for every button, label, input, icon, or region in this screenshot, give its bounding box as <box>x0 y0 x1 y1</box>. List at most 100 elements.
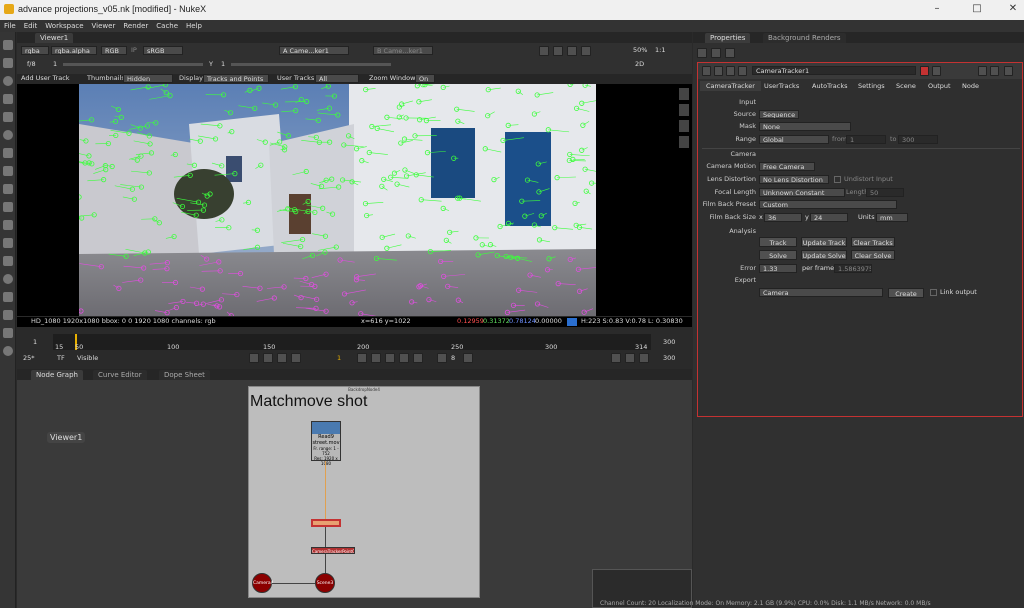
user-tracks-dropdown[interactable]: All <box>315 74 359 83</box>
ip-toggle[interactable]: IP <box>131 46 137 55</box>
cameratracker-node[interactable] <box>311 519 341 527</box>
color-nodes-icon[interactable] <box>3 112 13 122</box>
film-x-field[interactable]: 36 <box>764 213 802 222</box>
toolsets-icon[interactable] <box>3 292 13 302</box>
loop-icon[interactable] <box>413 353 423 363</box>
lut-dropdown[interactable]: sRGB <box>143 46 183 55</box>
skip-forward-icon[interactable] <box>463 353 473 363</box>
update-track-button[interactable]: Update Track <box>801 237 847 247</box>
prev-frame-icon[interactable] <box>277 353 287 363</box>
film-y-field[interactable]: 24 <box>810 213 848 222</box>
menu-viewer[interactable]: Viewer <box>92 20 116 32</box>
gain-value[interactable]: 1 <box>53 60 57 69</box>
float-icon[interactable] <box>714 66 723 76</box>
ratio-dropdown[interactable]: 1:1 <box>655 46 665 55</box>
image-nodes-icon[interactable] <box>3 40 13 50</box>
length-field[interactable]: 50 <box>866 188 904 197</box>
zoom-dropdown[interactable]: 50% <box>633 46 647 55</box>
keyer-nodes-icon[interactable] <box>3 148 13 158</box>
error-field[interactable]: 1.33 <box>759 264 797 273</box>
alpha-dropdown[interactable]: rgba.alpha <box>51 46 97 55</box>
in-frame[interactable]: 1 <box>33 338 37 347</box>
to-field[interactable]: 300 <box>898 135 938 144</box>
step-field[interactable]: 8 <box>451 354 455 363</box>
last-frame-icon[interactable] <box>399 353 409 363</box>
input-a-dropdown[interactable]: A Came...ker1 <box>279 46 349 55</box>
tab-properties[interactable]: Properties <box>705 33 751 43</box>
fps-field[interactable]: 25* <box>23 354 35 363</box>
viewer-canvas[interactable] <box>17 84 692 316</box>
track-button[interactable]: Track <box>759 237 797 247</box>
camera-motion-dropdown[interactable]: Free Camera <box>759 162 815 171</box>
from-field[interactable]: 1 <box>846 135 886 144</box>
end-frame-field[interactable]: 300 <box>663 354 675 363</box>
backdrop-node[interactable]: BackdropNode4 Matchmove shot Read9 stree… <box>248 386 480 598</box>
merge-nodes-icon[interactable] <box>3 166 13 176</box>
minimize-icon[interactable]: – <box>930 3 944 14</box>
select-tool-icon[interactable] <box>679 88 689 100</box>
camera4-node[interactable]: Camera4 <box>252 573 274 593</box>
undistort-checkbox[interactable] <box>834 176 841 183</box>
clear-tracks-button[interactable]: Clear Tracks <box>851 237 895 247</box>
solve-button[interactable]: Solve <box>759 250 797 260</box>
menu-workspace[interactable]: Workspace <box>45 20 83 32</box>
prev-keyframe-icon[interactable] <box>263 353 273 363</box>
thumbnails-dropdown[interactable]: Hidden <box>123 74 173 83</box>
other-nodes-icon[interactable] <box>3 310 13 320</box>
play-backward-icon[interactable] <box>291 353 301 363</box>
particles-nodes-icon[interactable] <box>3 256 13 266</box>
menu-render[interactable]: Render <box>123 20 148 32</box>
close-panel-icon[interactable] <box>1004 66 1013 76</box>
create-button[interactable]: Create <box>888 288 924 298</box>
node-name-field[interactable]: CameraTracker1 <box>752 66 916 75</box>
units-dropdown[interactable]: mm <box>876 213 908 222</box>
channels-dropdown[interactable]: rgba <box>21 46 49 55</box>
clear-solve-button[interactable]: Clear Solve <box>851 250 895 260</box>
tab-node[interactable]: Node <box>956 81 985 91</box>
deep-nodes-icon[interactable] <box>3 274 13 284</box>
cara-vr-icon[interactable] <box>3 346 13 356</box>
node-color-swatch[interactable] <box>920 66 929 76</box>
lock-icon[interactable] <box>990 66 999 76</box>
tab-curve-editor[interactable]: Curve Editor <box>93 370 147 380</box>
revert-icon[interactable] <box>932 66 941 76</box>
visible-dropdown[interactable]: Visible <box>77 354 98 363</box>
clear-panels-icon[interactable] <box>711 48 721 58</box>
menu-cache[interactable]: Cache <box>156 20 178 32</box>
current-frame[interactable]: 1 <box>337 354 341 363</box>
pause-icon[interactable] <box>553 46 563 56</box>
refresh-icon[interactable] <box>567 46 577 56</box>
gain-slider[interactable] <box>63 63 203 66</box>
furnace-icon[interactable] <box>3 328 13 338</box>
roi-icon[interactable] <box>539 46 549 56</box>
pointcloud-node[interactable]: CameraTrackerPointCloud1 <box>311 547 355 554</box>
viewer1-node[interactable]: Viewer1 <box>47 432 86 443</box>
fstop-field[interactable]: f/8 <box>27 60 36 69</box>
proxy-icon[interactable] <box>581 46 591 56</box>
source-dropdown[interactable]: Sequence <box>759 110 799 119</box>
help-icon[interactable] <box>978 66 987 76</box>
3d-nodes-icon[interactable] <box>3 202 13 212</box>
input-b-dropdown[interactable]: B Came...ker1 <box>373 46 433 55</box>
tab-settings[interactable]: Settings <box>852 81 891 91</box>
display-channels-dropdown[interactable]: RGB <box>101 46 127 55</box>
tab-node-graph[interactable]: Node Graph <box>31 370 83 380</box>
render-icon[interactable] <box>625 353 635 363</box>
max-panels-icon[interactable] <box>697 48 707 58</box>
first-frame-icon[interactable] <box>249 353 259 363</box>
tab-output[interactable]: Output <box>922 81 957 91</box>
update-solve-button[interactable]: Update Solve <box>801 250 847 260</box>
metadata-nodes-icon[interactable] <box>3 238 13 248</box>
per-frame-field[interactable]: 1.58639752 <box>834 264 872 273</box>
gamma-slider[interactable] <box>231 63 391 66</box>
flipbook-icon[interactable] <box>611 353 621 363</box>
view-mode-dropdown[interactable]: 2D <box>635 60 644 69</box>
range-dropdown[interactable]: Global <box>759 135 829 144</box>
read-node[interactable]: Read9 street.mov Fr. range: 1 - 752 Res:… <box>311 421 341 466</box>
play-forward-icon[interactable] <box>357 353 367 363</box>
mask-dropdown[interactable]: None <box>759 122 851 131</box>
filter-nodes-icon[interactable] <box>3 130 13 140</box>
draw-nodes-icon[interactable] <box>3 58 13 68</box>
lens-distortion-dropdown[interactable]: No Lens Distortion <box>759 175 829 184</box>
viewer-toggle-icon[interactable] <box>738 66 747 76</box>
